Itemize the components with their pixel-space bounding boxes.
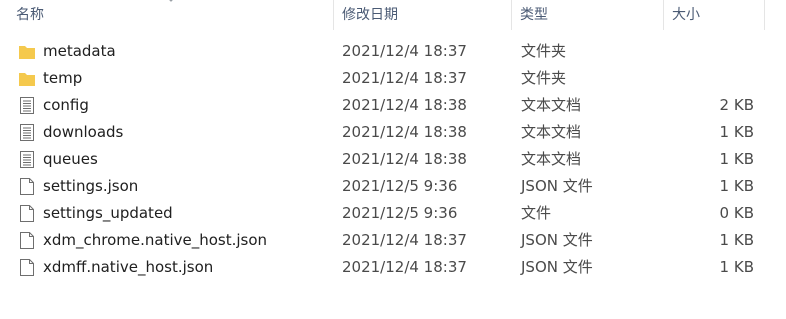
file-type: 文件 [521, 204, 552, 222]
text-document-icon [18, 96, 36, 115]
file-name: downloads [43, 123, 124, 141]
file-list: metadata 2021/12/4 18:37 文件夹 temp 2021/12/4 … [0, 38, 786, 281]
folder-icon [18, 69, 36, 88]
file-row[interactable]: config 2021/12/4 18:38 文本文档 2 KB [0, 92, 786, 119]
file-modified-date: 2021/12/5 9:36 [342, 177, 458, 195]
file-modified-date: 2021/12/4 18:38 [342, 150, 467, 168]
file-name: settings_updated [43, 204, 173, 222]
file-name: settings.json [43, 177, 139, 195]
file-row[interactable]: xdm_chrome.native_host.json 2021/12/4 18:… [0, 227, 786, 254]
file-size: 1 KB [719, 123, 754, 141]
column-header-type[interactable]: 类型 [512, 0, 662, 30]
file-row[interactable]: queues 2021/12/4 18:38 文本文档 1 KB [0, 146, 786, 173]
file-type: 文本文档 [521, 150, 582, 168]
file-type: JSON 文件 [521, 258, 593, 276]
file-row[interactable]: metadata 2021/12/4 18:37 文件夹 [0, 38, 786, 65]
blank-file-icon [18, 231, 36, 250]
text-document-icon [18, 150, 36, 169]
file-size: 1 KB [719, 258, 754, 276]
file-modified-date: 2021/12/5 9:36 [342, 204, 458, 222]
file-type: 文本文档 [521, 96, 582, 114]
file-type: 文件夹 [521, 42, 567, 60]
file-row[interactable]: settings_updated 2021/12/5 9:36 文件 0 KB [0, 200, 786, 227]
file-size: 1 KB [719, 177, 754, 195]
file-type: 文件夹 [521, 69, 567, 87]
file-row[interactable]: downloads 2021/12/4 18:38 文本文档 1 KB [0, 119, 786, 146]
file-type: JSON 文件 [521, 231, 593, 249]
column-header-date[interactable]: 修改日期 [334, 0, 510, 30]
file-size: 0 KB [719, 204, 754, 222]
file-row[interactable]: temp 2021/12/4 18:37 文件夹 [0, 65, 786, 92]
column-header-size[interactable]: 大小 [664, 0, 764, 30]
file-modified-date: 2021/12/4 18:37 [342, 231, 467, 249]
file-name: xdmff.native_host.json [43, 258, 214, 276]
file-name: queues [43, 150, 98, 168]
file-modified-date: 2021/12/4 18:38 [342, 123, 467, 141]
file-row[interactable]: xdmff.native_host.json 2021/12/4 18:37 JSO… [0, 254, 786, 281]
file-size: 2 KB [719, 96, 754, 114]
file-name: metadata [43, 42, 116, 60]
file-name: temp [43, 69, 83, 87]
blank-file-icon [18, 177, 36, 196]
file-modified-date: 2021/12/4 18:37 [342, 69, 467, 87]
file-modified-date: 2021/12/4 18:37 [342, 42, 467, 60]
file-size: 1 KB [719, 231, 754, 249]
folder-icon [18, 42, 36, 61]
file-modified-date: 2021/12/4 18:37 [342, 258, 467, 276]
file-name: xdm_chrome.native_host.json [43, 231, 268, 249]
file-modified-date: 2021/12/4 18:38 [342, 96, 467, 114]
column-divider[interactable] [764, 0, 765, 30]
column-header-bar: 名称 修改日期 类型 大小 [0, 0, 786, 33]
file-name: config [43, 96, 89, 114]
file-size: 1 KB [719, 150, 754, 168]
file-explorer-list: 名称 修改日期 类型 大小 metadata 2021/12/4 18:37 文件夹… [0, 0, 786, 319]
text-document-icon [18, 123, 36, 142]
file-type: 文本文档 [521, 123, 582, 141]
file-type: JSON 文件 [521, 177, 593, 195]
blank-file-icon [18, 204, 36, 223]
blank-file-icon [18, 258, 36, 277]
column-header-name[interactable]: 名称 [8, 0, 332, 30]
file-row[interactable]: settings.json 2021/12/5 9:36 JSON 文件 1 KB [0, 173, 786, 200]
